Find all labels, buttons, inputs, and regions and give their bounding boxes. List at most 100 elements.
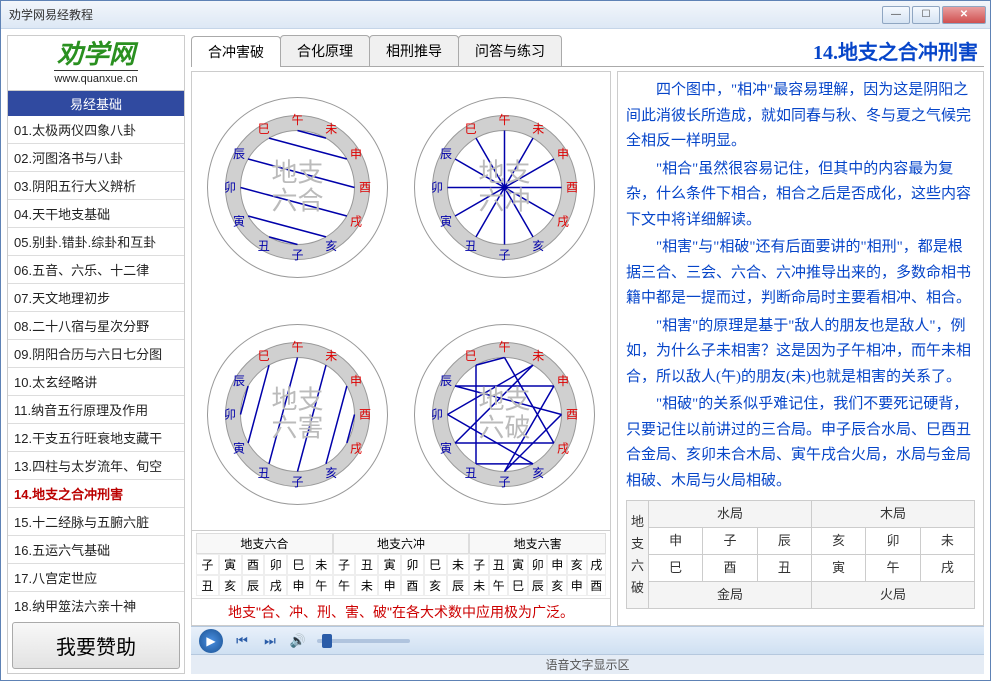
svg-text:卯: 卯 — [431, 408, 443, 422]
svg-text:未: 未 — [325, 122, 337, 136]
svg-text:申: 申 — [557, 374, 569, 388]
svg-text:申: 申 — [350, 147, 362, 161]
status-bar: 语音文字显示区 — [191, 654, 984, 674]
svg-text:丑: 丑 — [258, 239, 270, 253]
nav-list[interactable]: 01.太极两仪四象八卦02.河图洛书与八卦03.阴阳五行大义辨析04.天干地支基… — [8, 116, 184, 618]
footnote: 地支"合、冲、刑、害、破"在各大术数中应用极为广泛。 — [192, 598, 610, 625]
svg-text:戌: 戌 — [350, 441, 362, 455]
nav-item[interactable]: 12.干支五行旺衰地支藏干 — [8, 424, 184, 452]
nav-item[interactable]: 06.五音、六乐、十二律 — [8, 256, 184, 284]
nav-item[interactable]: 05.别卦.错卦.综卦和互卦 — [8, 228, 184, 256]
nav-item[interactable]: 03.阴阳五行大义辨析 — [8, 172, 184, 200]
svg-text:戌: 戌 — [557, 214, 569, 228]
svg-text:地支: 地支 — [271, 159, 323, 188]
nav-item[interactable]: 10.太玄经略讲 — [8, 368, 184, 396]
nav-item[interactable]: 14.地支之合冲刑害 — [8, 480, 184, 508]
svg-text:辰: 辰 — [233, 374, 245, 388]
close-button[interactable]: ✕ — [942, 6, 986, 24]
maximize-button[interactable]: ☐ — [912, 6, 940, 24]
svg-text:六害: 六害 — [271, 414, 323, 443]
logo: 劝学网 www.quanxue.cn — [8, 36, 184, 91]
svg-text:辰: 辰 — [440, 147, 452, 161]
nav-item[interactable]: 11.纳音五行原理及作用 — [8, 396, 184, 424]
nav-header: 易经基础 — [8, 91, 184, 116]
minimize-button[interactable]: — — [882, 6, 910, 24]
paragraph: "相害"与"相破"还有后面要讲的"相刑"，都是根据三合、三会、六合、六冲推导出来… — [626, 235, 975, 312]
svg-text:地支: 地支 — [478, 386, 530, 415]
svg-text:未: 未 — [532, 122, 544, 136]
svg-text:巳: 巳 — [465, 349, 477, 363]
prev-button[interactable]: ⏮ — [233, 632, 251, 650]
svg-text:午: 午 — [291, 113, 303, 127]
svg-text:卯: 卯 — [224, 181, 236, 195]
six-po-table: 地支六破 水局木局 申子辰亥卯未 巳酉丑寅午戌 金局火局 — [626, 500, 975, 609]
table-title: 地支六合 — [196, 533, 333, 554]
tab[interactable]: 合化原理 — [280, 35, 370, 66]
nav-item[interactable]: 07.天文地理初步 — [8, 284, 184, 312]
svg-text:寅: 寅 — [233, 440, 245, 455]
diagrams-grid: 子丑寅卯辰巳午未申酉戌亥 地支 六合 子丑寅卯辰巳午未申酉戌亥 地支 六冲 子丑… — [192, 72, 610, 530]
nav-item[interactable]: 02.河图洛书与八卦 — [8, 144, 184, 172]
paragraph: 四个图中，"相冲"最容易理解，因为这是阴阳之间此消彼长所造成，就如同春与秋、冬与… — [626, 78, 975, 155]
nav-item[interactable]: 17.八宫定世应 — [8, 564, 184, 592]
nav-item[interactable]: 04.天干地支基础 — [8, 200, 184, 228]
play-button[interactable]: ▶ — [199, 629, 223, 653]
svg-text:六合: 六合 — [271, 187, 323, 216]
tab[interactable]: 相刑推导 — [369, 35, 459, 66]
diagram-column: 子丑寅卯辰巳午未申酉戌亥 地支 六合 子丑寅卯辰巳午未申酉戌亥 地支 六冲 子丑… — [191, 71, 611, 626]
article[interactable]: 四个图中，"相冲"最容易理解，因为这是阴阳之间此消彼长所造成，就如同春与秋、冬与… — [617, 71, 984, 626]
nav-item[interactable]: 18.纳甲筮法六亲十神 — [8, 592, 184, 618]
tab[interactable]: 问答与练习 — [458, 35, 562, 66]
svg-text:亥: 亥 — [532, 466, 544, 480]
nav-item[interactable]: 09.阴阳合历与六日七分图 — [8, 340, 184, 368]
bottom-tables: 地支六合地支六冲地支六害 子寅酉卯巳未子丑寅卯巳未子丑寅卯申亥戌 丑亥辰戌申午午… — [192, 530, 610, 598]
svg-text:子: 子 — [498, 248, 510, 262]
next-button[interactable]: ⏭ — [261, 632, 279, 650]
svg-text:申: 申 — [350, 374, 362, 388]
nav-item[interactable]: 15.十二经脉与五腑六脏 — [8, 508, 184, 536]
svg-text:亥: 亥 — [325, 466, 337, 480]
nav-item[interactable]: 01.太极两仪四象八卦 — [8, 116, 184, 144]
svg-text:卯: 卯 — [431, 181, 443, 195]
sponsor-button[interactable]: 我要赞助 — [12, 622, 180, 669]
svg-text:辰: 辰 — [233, 147, 245, 161]
svg-text:卯: 卯 — [224, 408, 236, 422]
svg-text:巳: 巳 — [258, 349, 270, 363]
svg-text:辰: 辰 — [440, 374, 452, 388]
sidebar: 劝学网 www.quanxue.cn 易经基础 01.太极两仪四象八卦02.河图… — [7, 35, 185, 674]
diagram-po: 子丑寅卯辰巳午未申酉戌亥 地支 六破 — [407, 317, 602, 512]
svg-text:酉: 酉 — [566, 181, 578, 195]
svg-text:申: 申 — [557, 147, 569, 161]
svg-text:未: 未 — [325, 349, 337, 363]
volume-icon[interactable]: 🔊 — [289, 632, 307, 650]
svg-text:地支: 地支 — [271, 386, 323, 415]
top-row: 合冲害破合化原理相刑推导问答与练习 14.地支之合冲刑害 — [191, 35, 984, 67]
diagram-he: 子丑寅卯辰巳午未申酉戌亥 地支 六合 — [200, 90, 395, 285]
svg-text:酉: 酉 — [359, 408, 371, 422]
svg-text:六破: 六破 — [478, 414, 530, 443]
svg-text:子: 子 — [498, 475, 510, 489]
svg-text:寅: 寅 — [233, 213, 245, 228]
app-body: 劝学网 www.quanxue.cn 易经基础 01.太极两仪四象八卦02.河图… — [1, 29, 990, 680]
svg-text:午: 午 — [498, 113, 510, 127]
logo-text: 劝学网 — [57, 42, 135, 68]
svg-text:酉: 酉 — [359, 181, 371, 195]
svg-text:午: 午 — [291, 340, 303, 354]
window-title: 劝学网易经教程 — [5, 6, 882, 23]
svg-text:地支: 地支 — [478, 159, 530, 188]
window-controls: — ☐ ✕ — [882, 6, 986, 24]
svg-text:寅: 寅 — [440, 213, 452, 228]
page-title: 14.地支之合冲刑害 — [561, 36, 984, 65]
diagram-hai: 子 丑寅 卯 辰巳 午未申酉戌亥 地支 六害 — [200, 317, 395, 512]
nav-item[interactable]: 13.四柱与太岁流年、旬空 — [8, 452, 184, 480]
paragraph: "相破"的关系似乎难记住，我们不要死记硬背，只要记住以前讲过的三合局。申子辰合水… — [626, 392, 975, 494]
nav-item[interactable]: 16.五运六气基础 — [8, 536, 184, 564]
svg-text:丑: 丑 — [258, 466, 270, 480]
tab[interactable]: 合冲害破 — [191, 36, 281, 67]
logo-url: www.quanxue.cn — [54, 70, 137, 85]
main-content: 合冲害破合化原理相刑推导问答与练习 14.地支之合冲刑害 子丑寅卯辰巳午未申酉戌… — [191, 35, 984, 674]
svg-text:戌: 戌 — [557, 441, 569, 455]
volume-slider[interactable] — [317, 639, 410, 643]
svg-text:子: 子 — [291, 475, 303, 489]
nav-item[interactable]: 08.二十八宿与星次分野 — [8, 312, 184, 340]
